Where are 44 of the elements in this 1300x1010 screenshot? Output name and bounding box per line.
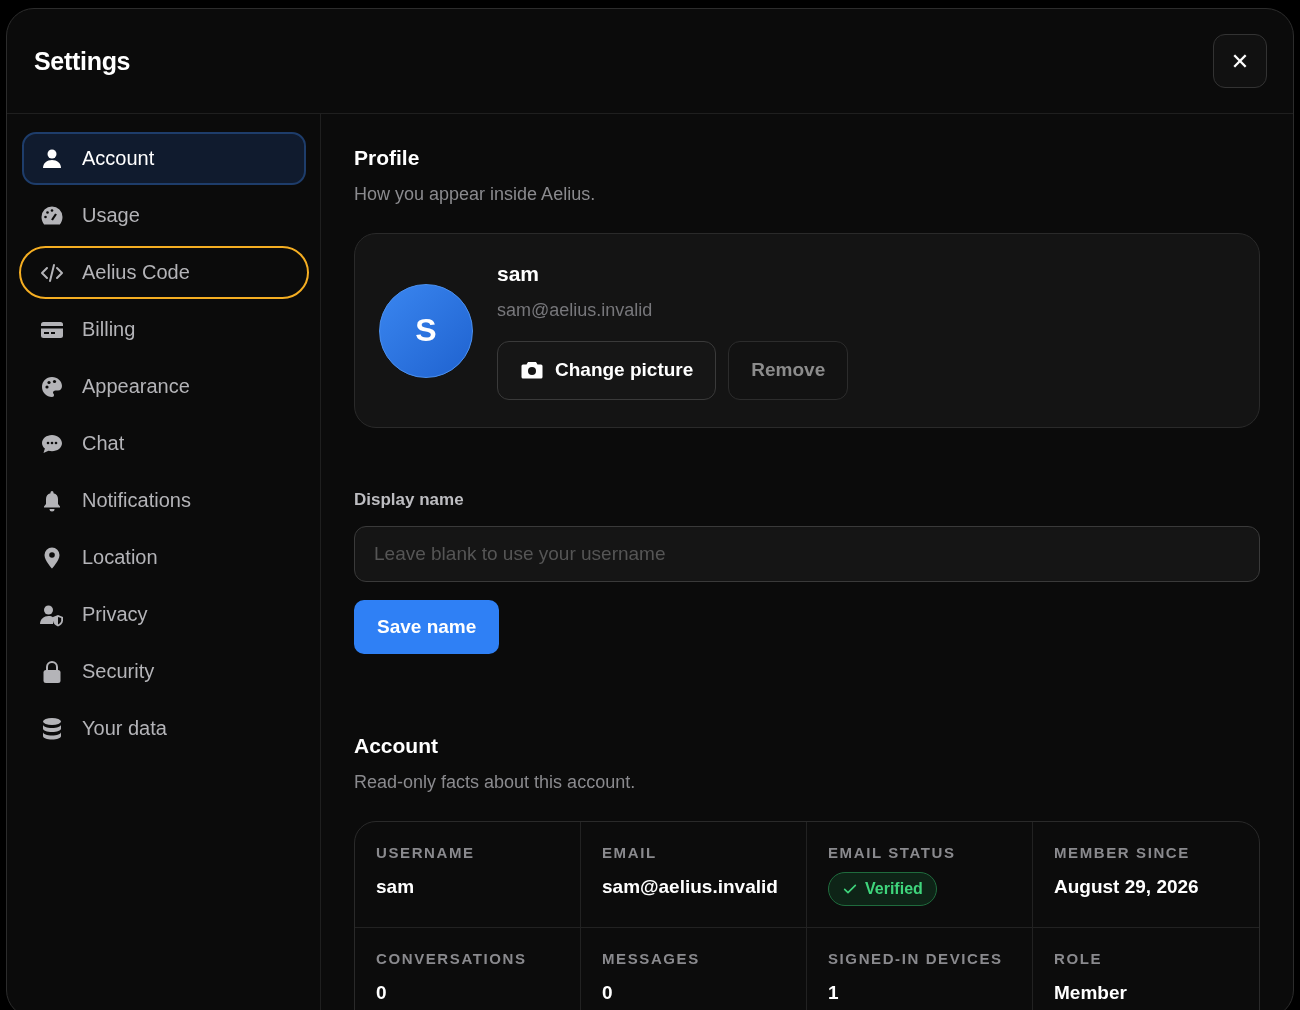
fact-label: EMAIL (602, 844, 658, 861)
fact-label: SIGNED-IN DEVICES (828, 950, 1004, 967)
sidebar-item[interactable]: Usage (22, 189, 306, 242)
section-title: Profile (354, 146, 421, 170)
close-button[interactable]: ✕ (1213, 34, 1267, 88)
field-label: Display name (354, 490, 465, 510)
sidebar-item[interactable]: Aelius Code (19, 246, 309, 299)
section-subtitle: How you appear inside Aelius. (354, 184, 597, 205)
fact-value: sam@aelius.invalid (602, 876, 779, 898)
section-subtitle: Read-only facts about this account. (354, 772, 637, 793)
sidebar-item[interactable]: Chat (22, 417, 306, 470)
fact-label: MEMBER SINCE (1054, 844, 1191, 861)
sidebar-item[interactable]: Privacy (22, 588, 306, 641)
display-name-field[interactable]: Leave blank to use your username (354, 526, 1260, 582)
fact-label: USERNAME (376, 844, 476, 861)
sidebar-item[interactable]: Account (22, 132, 306, 185)
avatar: S (379, 283, 473, 378)
remove-button[interactable]: Remove (728, 340, 849, 400)
window-title: Settings (34, 46, 131, 76)
palette-icon (40, 374, 64, 399)
fact-value: August 29, 2026 (1054, 876, 1200, 898)
sidebar-item[interactable]: Security (22, 645, 306, 698)
sidebar-item[interactable]: Appearance (22, 360, 306, 413)
lock-icon (40, 659, 64, 684)
sidebar-item[interactable]: Your data (22, 702, 306, 755)
fact-value: 0 (602, 982, 614, 1004)
database-icon (40, 716, 64, 741)
fact-value: 0 (376, 982, 388, 1004)
fact-label: CONVERSATIONS (376, 950, 528, 967)
fact-value: Member (1054, 982, 1128, 1004)
fact-label: MESSAGES (602, 950, 701, 967)
change-picture-button[interactable]: Change picture (497, 340, 717, 400)
fact-label: ROLE (1054, 950, 1104, 967)
sidebar-item[interactable]: Location (22, 531, 306, 584)
fact-value: sam (376, 876, 416, 898)
profile-name: sam (497, 261, 541, 286)
sidebar-item[interactable]: Billing (22, 303, 306, 356)
fact-label: EMAIL STATUS (828, 844, 957, 861)
sidebar-item[interactable]: Notifications (22, 474, 306, 527)
save-name-button[interactable]: Save name (354, 600, 500, 654)
status-badge: Verified (828, 872, 937, 906)
fact-value: 1 (828, 982, 840, 1004)
section-title: Account (354, 734, 439, 758)
profile-email: sam@aelius.invalid (497, 299, 654, 321)
